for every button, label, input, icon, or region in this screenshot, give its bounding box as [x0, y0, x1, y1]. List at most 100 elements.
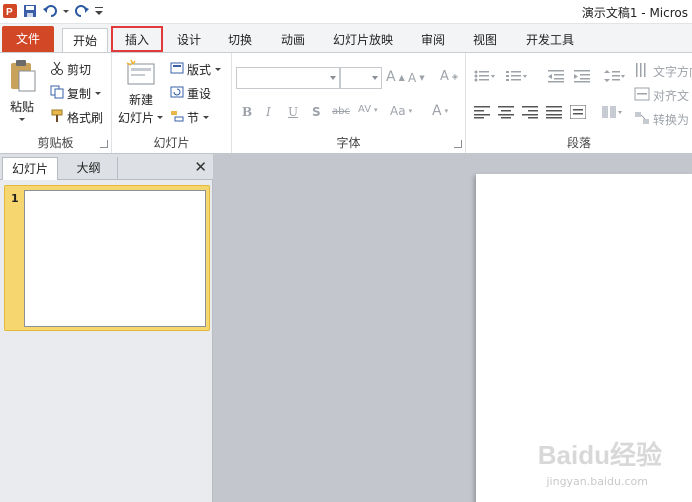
tab-transitions[interactable]: 切换 — [223, 28, 257, 52]
align-center-icon[interactable] — [498, 105, 514, 119]
slide-thumbnail[interactable] — [24, 190, 206, 327]
slides-group-label: 幻灯片 — [153, 136, 190, 150]
paste-label: 粘贴 — [9, 100, 34, 114]
save-icon[interactable] — [22, 3, 38, 19]
slides-pane: 幻灯片 大纲 ✕ 1 — [0, 154, 213, 502]
align-text-label: 对齐文 — [653, 89, 690, 103]
shrink-font-icon[interactable]: A ▼ — [408, 71, 425, 85]
format-painter-icon — [50, 109, 64, 126]
format-painter-button[interactable]: 格式刷 — [50, 109, 103, 126]
font-group-label: 字体 — [336, 136, 361, 150]
strikethrough-icon[interactable]: abc — [332, 106, 350, 117]
section-label: 节 — [187, 111, 200, 125]
decrease-indent-icon[interactable] — [548, 69, 564, 83]
copy-button[interactable]: 复制 — [50, 85, 102, 102]
reset-button[interactable]: 重设 — [170, 85, 211, 102]
clipboard-launcher-icon[interactable] — [100, 140, 108, 148]
redo-icon[interactable] — [74, 3, 90, 19]
bullets-icon[interactable] — [474, 69, 496, 83]
tab-insert[interactable]: 插入 — [111, 26, 163, 52]
columns-icon[interactable] — [602, 105, 624, 119]
tab-design[interactable]: 设计 — [172, 28, 206, 52]
group-paragraph: 文字方向 对齐文 转换为 段落 — [466, 53, 692, 153]
undo-icon[interactable] — [42, 3, 58, 19]
align-left-icon[interactable] — [474, 105, 490, 119]
layout-label: 版式 — [187, 63, 212, 77]
tab-file[interactable]: 文件 — [2, 26, 54, 52]
paragraph-group-label: 段落 — [566, 136, 591, 150]
title-bar: P 演示文稿1 - Micros — [0, 0, 692, 24]
align-text-button[interactable]: 对齐文 — [634, 87, 689, 104]
cut-button[interactable]: 剪切 — [50, 61, 91, 78]
text-direction-button[interactable]: 文字方向 — [634, 63, 692, 80]
grow-font-icon[interactable]: A ▲ — [386, 69, 405, 85]
close-pane-icon[interactable]: ✕ — [194, 158, 207, 176]
layout-button[interactable]: 版式 — [170, 61, 222, 78]
clipboard-group-label: 剪贴板 — [37, 136, 74, 150]
powerpoint-logo-icon[interactable]: P — [2, 3, 18, 19]
font-name-combo[interactable] — [236, 67, 340, 89]
tab-view[interactable]: 视图 — [468, 28, 502, 52]
smartart-icon — [634, 111, 650, 128]
justify-icon[interactable] — [546, 105, 562, 119]
quick-access-toolbar: P — [2, 3, 104, 19]
slide-number: 1 — [11, 192, 19, 205]
clear-formatting-icon[interactable]: A ◈ — [440, 69, 458, 84]
tab-slides[interactable]: 幻灯片 — [2, 157, 58, 180]
pane-tabs: 幻灯片 大纲 ✕ — [0, 154, 213, 180]
svg-text:P: P — [6, 7, 13, 18]
convert-label: 转换为 — [653, 113, 690, 127]
font-color-icon[interactable]: A ▾ — [432, 103, 448, 119]
slide-thumbnail-selected[interactable]: 1 — [4, 185, 210, 331]
layout-dropdown-icon — [215, 67, 222, 71]
numbering-icon[interactable] — [506, 69, 528, 83]
watermark-logo: Baidu经验 — [537, 440, 662, 470]
bold-icon[interactable]: B — [242, 105, 252, 119]
shadow-icon[interactable]: S — [312, 105, 321, 119]
tab-animations[interactable]: 动画 — [276, 28, 310, 52]
reset-icon — [170, 85, 184, 102]
window-title: 演示文稿1 - Micros — [581, 6, 688, 20]
font-size-combo[interactable] — [340, 67, 382, 89]
italic-icon[interactable]: I — [266, 105, 271, 119]
undo-dropdown-icon[interactable] — [62, 3, 70, 19]
change-case-icon[interactable]: Aa ▾ — [390, 104, 412, 118]
tab-home[interactable]: 开始 — [62, 28, 108, 52]
distributed-icon[interactable] — [570, 105, 586, 119]
new-slide-icon — [125, 59, 157, 90]
new-slide-label-2: 幻灯片 — [118, 111, 155, 125]
underline-icon[interactable]: U — [288, 105, 298, 119]
paste-button[interactable]: 粘贴 — [8, 59, 36, 123]
line-spacing-icon[interactable] — [604, 69, 626, 83]
align-right-icon[interactable] — [522, 105, 538, 119]
font-name-dropdown-icon — [330, 76, 336, 80]
tab-slideshow[interactable]: 幻灯片放映 — [328, 28, 398, 52]
text-direction-label: 文字方向 — [653, 65, 692, 79]
tab-developer[interactable]: 开发工具 — [520, 28, 580, 52]
layout-icon — [170, 61, 184, 78]
paste-icon — [8, 59, 36, 96]
tab-review[interactable]: 审阅 — [416, 28, 450, 52]
text-direction-icon — [634, 63, 650, 80]
reset-label: 重设 — [187, 87, 212, 101]
copy-dropdown-icon — [95, 91, 102, 95]
copy-label: 复制 — [67, 87, 92, 101]
group-font: A ▲ A ▼ A ◈ B I U S abc AV ▾ Aa ▾ A ▾ 字体 — [232, 53, 466, 153]
convert-smartart-button[interactable]: 转换为 — [634, 111, 689, 128]
ribbon: 粘贴 剪切 复制 格式刷 剪贴板 新建 幻灯片 版式 重设 节 幻灯片 A ▲ … — [0, 52, 692, 154]
cut-label: 剪切 — [67, 63, 92, 77]
new-slide-dropdown-icon — [157, 115, 164, 119]
customize-qat-icon[interactable] — [94, 3, 104, 19]
section-button[interactable]: 节 — [170, 109, 210, 126]
new-slide-button[interactable]: 新建 幻灯片 — [118, 59, 164, 126]
tab-outline[interactable]: 大纲 — [60, 157, 118, 180]
section-dropdown-icon — [203, 115, 210, 119]
increase-indent-icon[interactable] — [574, 69, 590, 83]
font-size-dropdown-icon — [372, 76, 378, 80]
font-launcher-icon[interactable] — [454, 140, 462, 148]
scissors-icon — [50, 61, 64, 78]
paste-dropdown-icon — [19, 118, 25, 121]
character-spacing-icon[interactable]: AV ▾ — [358, 104, 378, 115]
slide-editing-area: Baidu经验 jingyan.baidu.com — [217, 154, 692, 502]
group-clipboard: 粘贴 剪切 复制 格式刷 剪贴板 — [0, 53, 112, 153]
